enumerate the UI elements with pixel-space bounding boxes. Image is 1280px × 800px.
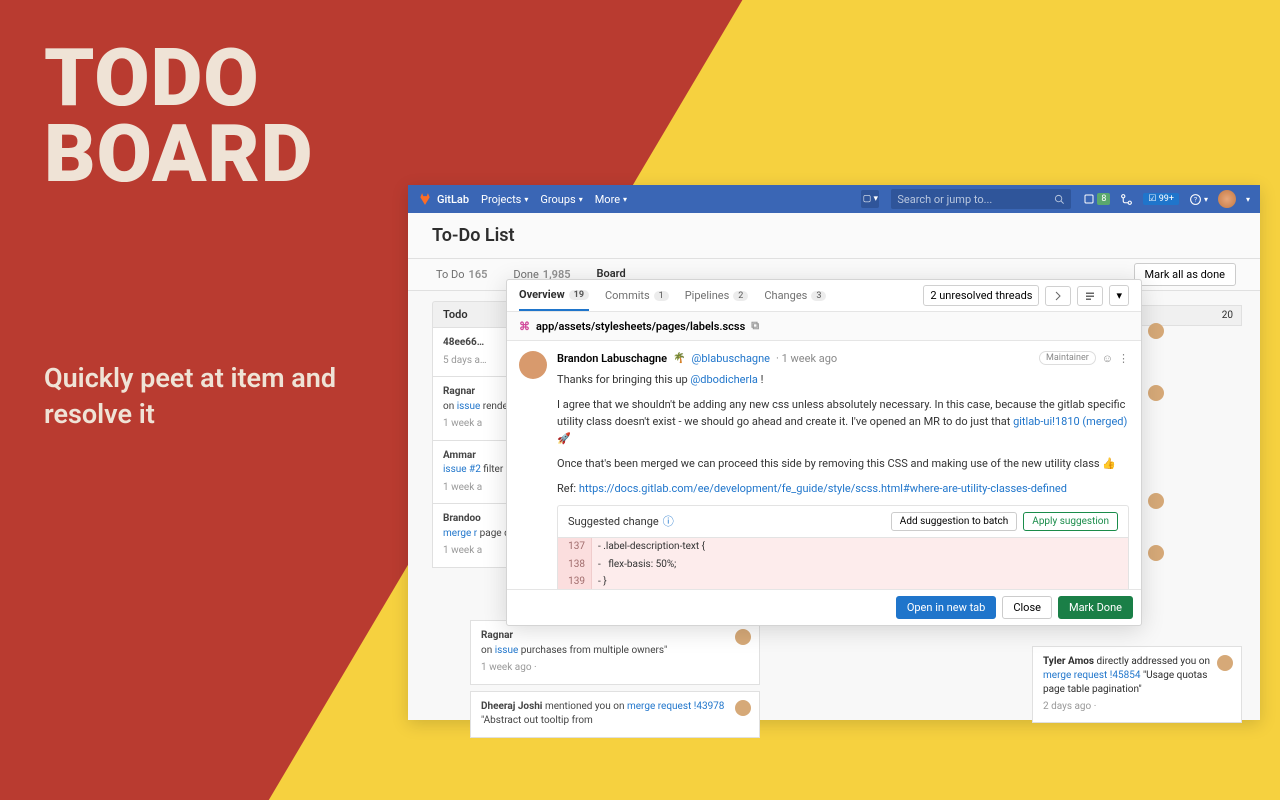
role-badge: Maintainer	[1039, 351, 1096, 365]
comment-paragraph: I agree that we shouldn't be adding any …	[557, 396, 1129, 447]
emoji-icon[interactable]: ☺	[1102, 352, 1113, 365]
avatar	[519, 351, 547, 379]
modal-footer: Open in new tab Close Mark Done	[507, 589, 1141, 625]
merge-requests-icon[interactable]	[1120, 193, 1133, 206]
chevron-down-icon: ▾	[623, 195, 627, 204]
svg-text:?: ?	[1194, 195, 1197, 203]
user-avatar[interactable]	[1218, 190, 1236, 208]
comment: Brandon Labuschagne 🌴 @blabuschagne · 1 …	[507, 341, 1141, 589]
timestamp: · 1 week ago	[776, 352, 837, 365]
avatar	[1148, 493, 1164, 509]
file-path-bar: ⌘ app/assets/stylesheets/pages/labels.sc…	[507, 312, 1141, 341]
close-button[interactable]: Close	[1002, 596, 1052, 619]
comment-paragraph: Ref: https://docs.gitlab.com/ee/developm…	[557, 480, 1129, 497]
more-icon[interactable]: ⋮	[1118, 352, 1129, 365]
modal-tab-commits[interactable]: Commits1	[605, 280, 669, 311]
code-diff: 137- .label-description-text { 138- flex…	[558, 538, 1128, 589]
apply-suggestion-button[interactable]: Apply suggestion	[1023, 512, 1118, 531]
nav-groups[interactable]: Groups▾	[540, 193, 582, 206]
modal-tab-pipelines[interactable]: Pipelines2	[685, 280, 749, 311]
chevron-down-icon: ▾	[579, 195, 583, 204]
add-to-batch-button[interactable]: Add suggestion to batch	[891, 512, 1018, 531]
board-card[interactable]: Ragnaron issue purchases from multiple o…	[470, 620, 760, 685]
avatar	[1148, 385, 1164, 401]
page-title: To-Do List	[408, 213, 1260, 259]
plus-dropdown[interactable]: ▢ ▾	[861, 190, 879, 208]
todos-badge[interactable]: ☑ 99+	[1143, 193, 1179, 205]
avatar	[1148, 323, 1164, 339]
search-input[interactable]: Search or jump to...	[891, 189, 1071, 209]
issues-icon[interactable]: 8	[1083, 193, 1110, 205]
mark-all-done-button[interactable]: Mark all as done	[1134, 263, 1236, 286]
copy-icon[interactable]: ⧉	[751, 319, 759, 333]
chevron-down-icon[interactable]: ▾	[1109, 285, 1129, 306]
nav-more[interactable]: More▾	[595, 193, 627, 206]
avatar	[1148, 545, 1164, 561]
tab-todo[interactable]: To Do 165	[432, 259, 491, 290]
nav-projects[interactable]: Projects▾	[481, 193, 528, 206]
thread-list-icon[interactable]	[1077, 286, 1103, 306]
comment-paragraph: Thanks for bringing this up @dbodicherla…	[557, 371, 1129, 388]
modal-tabs: Overview19 Commits1 Pipelines2 Changes3 …	[507, 280, 1141, 312]
search-icon	[1054, 194, 1065, 205]
comment-author[interactable]: Brandon Labuschagne	[557, 352, 667, 365]
marketing-title: TODO BOARD	[44, 40, 314, 192]
board-card[interactable]: Tyler Amos directly addressed you on mer…	[1032, 646, 1242, 723]
open-new-tab-button[interactable]: Open in new tab	[896, 596, 997, 619]
help-icon[interactable]: ⓘ	[663, 513, 674, 530]
modal-tab-changes[interactable]: Changes3	[764, 280, 826, 311]
mark-done-button[interactable]: Mark Done	[1058, 596, 1133, 619]
sass-file-icon: ⌘	[519, 320, 530, 333]
top-nav: GitLab Projects▾ Groups▾ More▾ ▢ ▾ Searc…	[408, 185, 1260, 213]
marketing-subtitle: Quickly peet at item and resolve it	[44, 360, 344, 433]
gitlab-logo[interactable]: GitLab	[418, 192, 469, 206]
file-path[interactable]: app/assets/stylesheets/pages/labels.scss	[536, 320, 745, 333]
thread-nav-icon[interactable]	[1045, 286, 1071, 306]
item-preview-modal: Overview19 Commits1 Pipelines2 Changes3 …	[506, 279, 1142, 626]
suggested-change: Suggested change ⓘ Add suggestion to bat…	[557, 505, 1129, 589]
unresolved-threads[interactable]: 2 unresolved threads	[923, 285, 1039, 306]
modal-tab-overview[interactable]: Overview19	[519, 280, 589, 311]
author-handle[interactable]: @blabuschagne	[692, 352, 771, 365]
help-icon[interactable]: ?▾	[1189, 193, 1208, 206]
board-card[interactable]: Dheeraj Joshi mentioned you on merge req…	[470, 691, 760, 738]
comment-paragraph: Once that's been merged we can proceed t…	[557, 455, 1129, 472]
chevron-down-icon: ▾	[524, 195, 528, 204]
